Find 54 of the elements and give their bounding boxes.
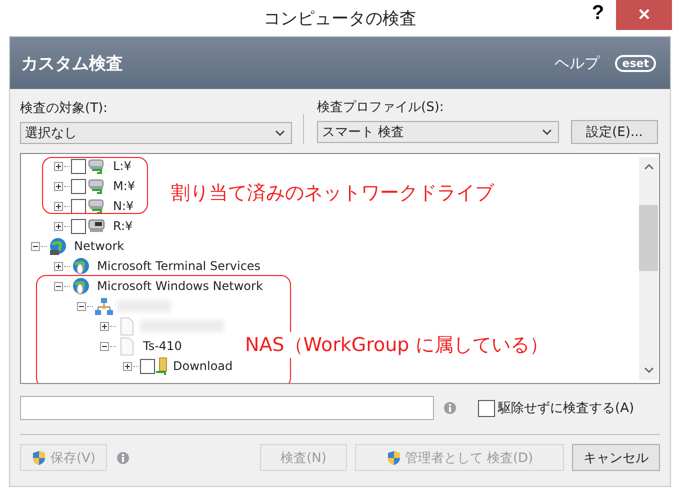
tree-item-label[interactable]: Microsoft Windows Network <box>97 279 263 293</box>
checkbox[interactable] <box>71 198 86 214</box>
path-field[interactable] <box>20 396 434 420</box>
scrollbar-thumb[interactable] <box>639 205 658 271</box>
header-title: カスタム検査 <box>21 52 124 74</box>
globe-icon <box>48 236 68 256</box>
dropdown[interactable]: スマート 検査 <box>317 121 559 143</box>
close-button[interactable]: ✕ <box>616 0 672 30</box>
expand-icon[interactable] <box>100 322 109 330</box>
shield-icon <box>31 450 48 466</box>
expand-icon[interactable] <box>54 202 63 210</box>
settings-button[interactable]: 設定(E)... <box>571 120 658 144</box>
collapse-icon[interactable] <box>100 342 109 350</box>
help-link[interactable]: ヘルプ <box>554 54 600 72</box>
chevron-down-icon <box>542 128 552 136</box>
info-icon <box>444 402 456 414</box>
dropdown[interactable]: 選択なし <box>20 122 292 144</box>
checkbox[interactable] <box>71 178 86 194</box>
tree-item-label[interactable]: R:¥ <box>113 219 133 233</box>
expand-icon[interactable] <box>54 182 63 190</box>
collapse-icon[interactable] <box>31 242 40 250</box>
tree-item-label[interactable]: N:¥ <box>113 199 134 213</box>
tree-item-label[interactable]: M:¥ <box>113 179 136 193</box>
window-title: コンピュータの検査 <box>264 8 416 30</box>
tree-item-label[interactable]: Download <box>173 359 233 373</box>
globe-icon <box>71 256 91 276</box>
collapse-icon[interactable] <box>54 282 63 290</box>
shared-folder-icon <box>156 356 167 376</box>
chevron-down-icon <box>275 129 285 137</box>
globe-icon <box>71 276 91 296</box>
checkbox[interactable] <box>478 400 495 416</box>
checkbox[interactable] <box>140 358 155 374</box>
field-label: 検査プロファイル(S): <box>317 99 445 116</box>
chevron-up-icon <box>644 163 654 171</box>
tree-item-label[interactable]: L:¥ <box>113 159 132 173</box>
tree-item-label[interactable]: Microsoft Terminal Services <box>97 259 261 273</box>
expand-icon[interactable] <box>54 162 63 170</box>
button[interactable]: キャンセル <box>572 444 660 471</box>
collapse-icon[interactable] <box>77 302 86 310</box>
checkbox-label[interactable]: 駆除せずに検査する(A) <box>498 399 634 417</box>
field-label: 検査の対象(T): <box>20 100 108 117</box>
help-button[interactable]: ? <box>588 2 608 25</box>
network-icon <box>94 296 114 316</box>
expand-icon[interactable] <box>123 362 132 370</box>
expand-icon[interactable] <box>54 222 63 230</box>
scrollbar[interactable] <box>639 157 658 380</box>
expand-icon[interactable] <box>54 262 63 270</box>
tree-item-label[interactable]: Ts-410 <box>143 339 182 353</box>
shield-icon <box>386 450 402 466</box>
tree-item-label[interactable]: Network <box>74 239 124 253</box>
checkbox[interactable] <box>71 218 86 234</box>
logo: eset <box>615 54 656 72</box>
checkbox[interactable] <box>71 158 86 174</box>
chevron-down-icon <box>644 366 654 374</box>
